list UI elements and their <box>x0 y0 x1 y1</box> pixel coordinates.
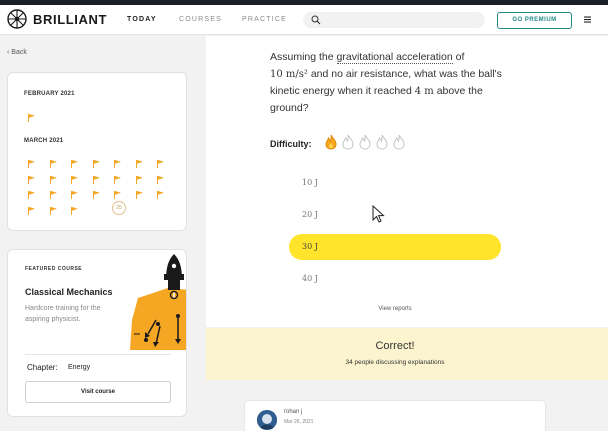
streak-flag-icon <box>49 186 57 199</box>
difficulty-flame-empty-icon <box>376 134 388 150</box>
streak-flag-icon <box>28 155 35 168</box>
streak-flag-icon <box>28 109 35 122</box>
correct-feedback: Correct! 34 people discussing explanatio… <box>206 328 608 380</box>
nav-courses[interactable]: COURSES <box>179 16 222 23</box>
streak-flag-icon <box>157 171 164 184</box>
back-link[interactable]: ‹ Back <box>7 49 27 56</box>
mouse-cursor-icon <box>372 205 385 223</box>
answer-option-selected[interactable]: 30 J <box>302 242 318 251</box>
streak-calendar-card: FEBRUARY 2021 MARCH 2021 25 <box>7 72 187 231</box>
streak-flag-icon <box>71 186 78 199</box>
course-description: Hardcore training for the aspiring physi… <box>25 305 101 323</box>
back-label: Back <box>11 49 27 56</box>
question-part: of <box>452 51 465 63</box>
answer-option[interactable]: 20 J <box>302 210 318 219</box>
nav-today[interactable]: TODAY <box>127 16 157 23</box>
streak-flag-icon <box>92 171 100 184</box>
header: BRILLIANT TODAY COURSES PRACTICE GO PREM… <box>0 5 608 35</box>
streak-flag-icon <box>49 171 57 184</box>
brand-name: BRILLIANT <box>33 11 107 27</box>
month-label-march: MARCH 2021 <box>24 138 64 144</box>
nav-practice[interactable]: PRACTICE <box>242 16 287 23</box>
featured-course-card: FEATURED COURSE Classical Mechanics Hard… <box>7 249 187 417</box>
month-label-february: FEBRUARY 2021 <box>24 91 75 97</box>
difficulty-flame-empty-icon <box>359 134 371 150</box>
streak-flag-icon <box>49 202 57 215</box>
visit-course-button[interactable]: Visit course <box>25 381 171 403</box>
streak-flag-icon <box>28 171 35 184</box>
difficulty-flame-empty-icon <box>393 134 405 150</box>
math-gravity-value: 10 m/s² <box>270 69 308 80</box>
streak-flag-icon <box>71 171 78 184</box>
question-part: Assuming the <box>270 51 337 63</box>
discussion-count-link[interactable]: 34 people discussing explanations <box>206 359 584 366</box>
streak-flag-icon <box>157 186 164 199</box>
comment-card: rohan j Mar 26, 2021 <box>245 401 545 431</box>
glossary-term-link[interactable]: gravitational acceleration <box>336 51 453 64</box>
answer-option[interactable]: 40 J <box>302 274 318 283</box>
streak-flag-icon <box>135 186 143 199</box>
rocket-illustration-icon <box>130 254 186 350</box>
streak-flag-icon <box>135 155 143 168</box>
streak-flag-icon <box>49 155 57 168</box>
math-height-value: 4 m <box>414 86 434 97</box>
streak-flag-icon <box>28 186 35 199</box>
streak-flag-icon <box>135 171 143 184</box>
problem-panel: Assuming the gravitational acceleration … <box>206 36 608 327</box>
course-title[interactable]: Classical Mechanics <box>25 287 113 297</box>
chapter-value: Energy <box>68 364 91 371</box>
go-premium-button[interactable]: GO PREMIUM <box>497 12 572 29</box>
brand-logo[interactable]: BRILLIANT <box>7 9 107 29</box>
view-reports-link[interactable]: View reports <box>206 306 584 312</box>
streak-flag-icon <box>92 155 100 168</box>
hamburger-menu-icon[interactable] <box>584 16 591 23</box>
difficulty-flame-filled-icon <box>325 134 337 150</box>
avatar-image-icon <box>257 410 277 430</box>
streak-flag-icon <box>114 186 121 199</box>
difficulty-flame-empty-icon <box>342 134 354 150</box>
streak-flag-icon <box>114 171 121 184</box>
answer-highlight <box>289 234 501 260</box>
difficulty-label: Difficulty: <box>270 139 312 149</box>
streak-flag-icon <box>92 186 100 199</box>
answer-option[interactable]: 10 J <box>302 178 318 187</box>
streak-flag-icon <box>71 155 78 168</box>
comment-date: Mar 26, 2021 <box>284 419 314 425</box>
streak-flag-icon <box>114 155 121 168</box>
correct-title: Correct! <box>375 340 415 352</box>
streak-flag-icon <box>157 155 164 168</box>
streak-flag-icon <box>71 202 78 215</box>
search-icon <box>311 15 321 25</box>
chapter-label: Chapter: <box>27 363 58 372</box>
question-text: Assuming the gravitational acceleration … <box>270 49 520 117</box>
streak-flag-icon <box>28 202 35 215</box>
search-input[interactable] <box>303 12 485 28</box>
featured-course-label: FEATURED COURSE <box>25 266 83 272</box>
divider <box>25 354 171 355</box>
brilliant-logo-icon <box>7 9 27 29</box>
comment-author[interactable]: rohan j <box>284 409 302 415</box>
avatar[interactable] <box>257 410 277 430</box>
today-marker[interactable]: 25 <box>112 201 126 215</box>
